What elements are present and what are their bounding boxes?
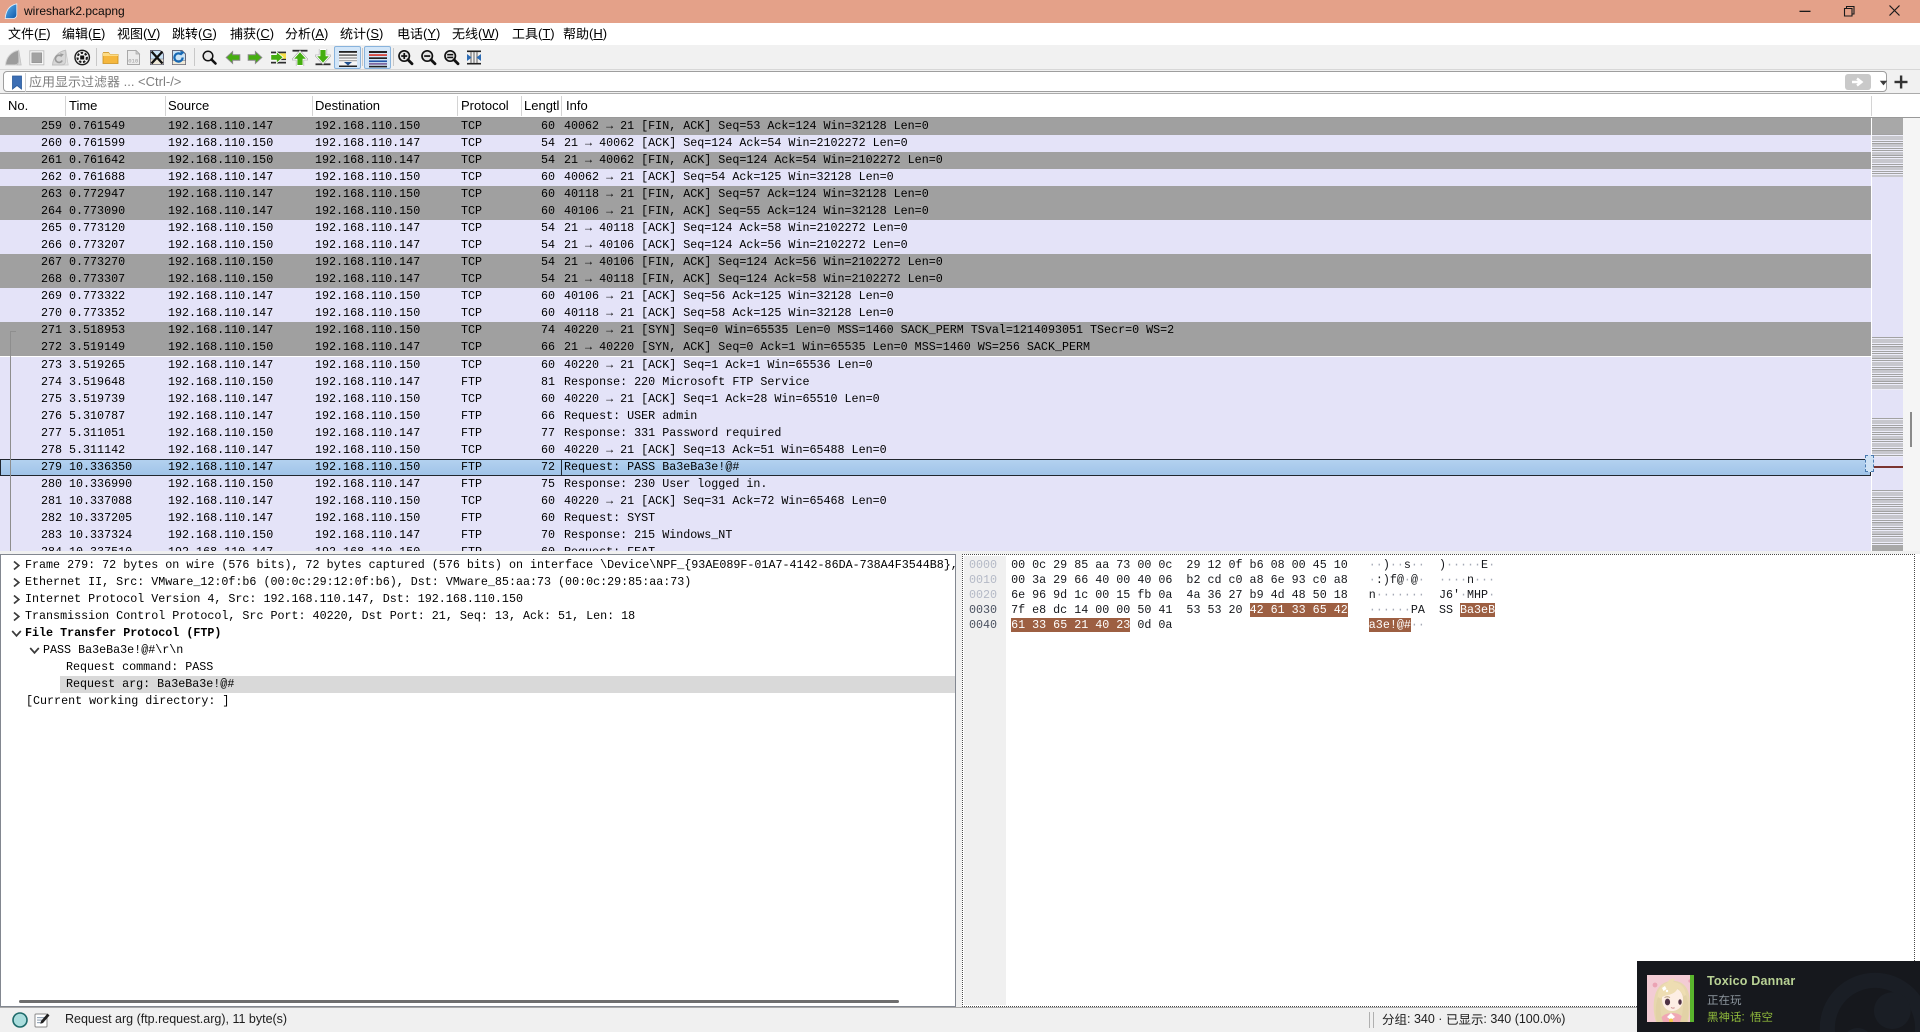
svg-text:010: 010 [128, 58, 139, 65]
